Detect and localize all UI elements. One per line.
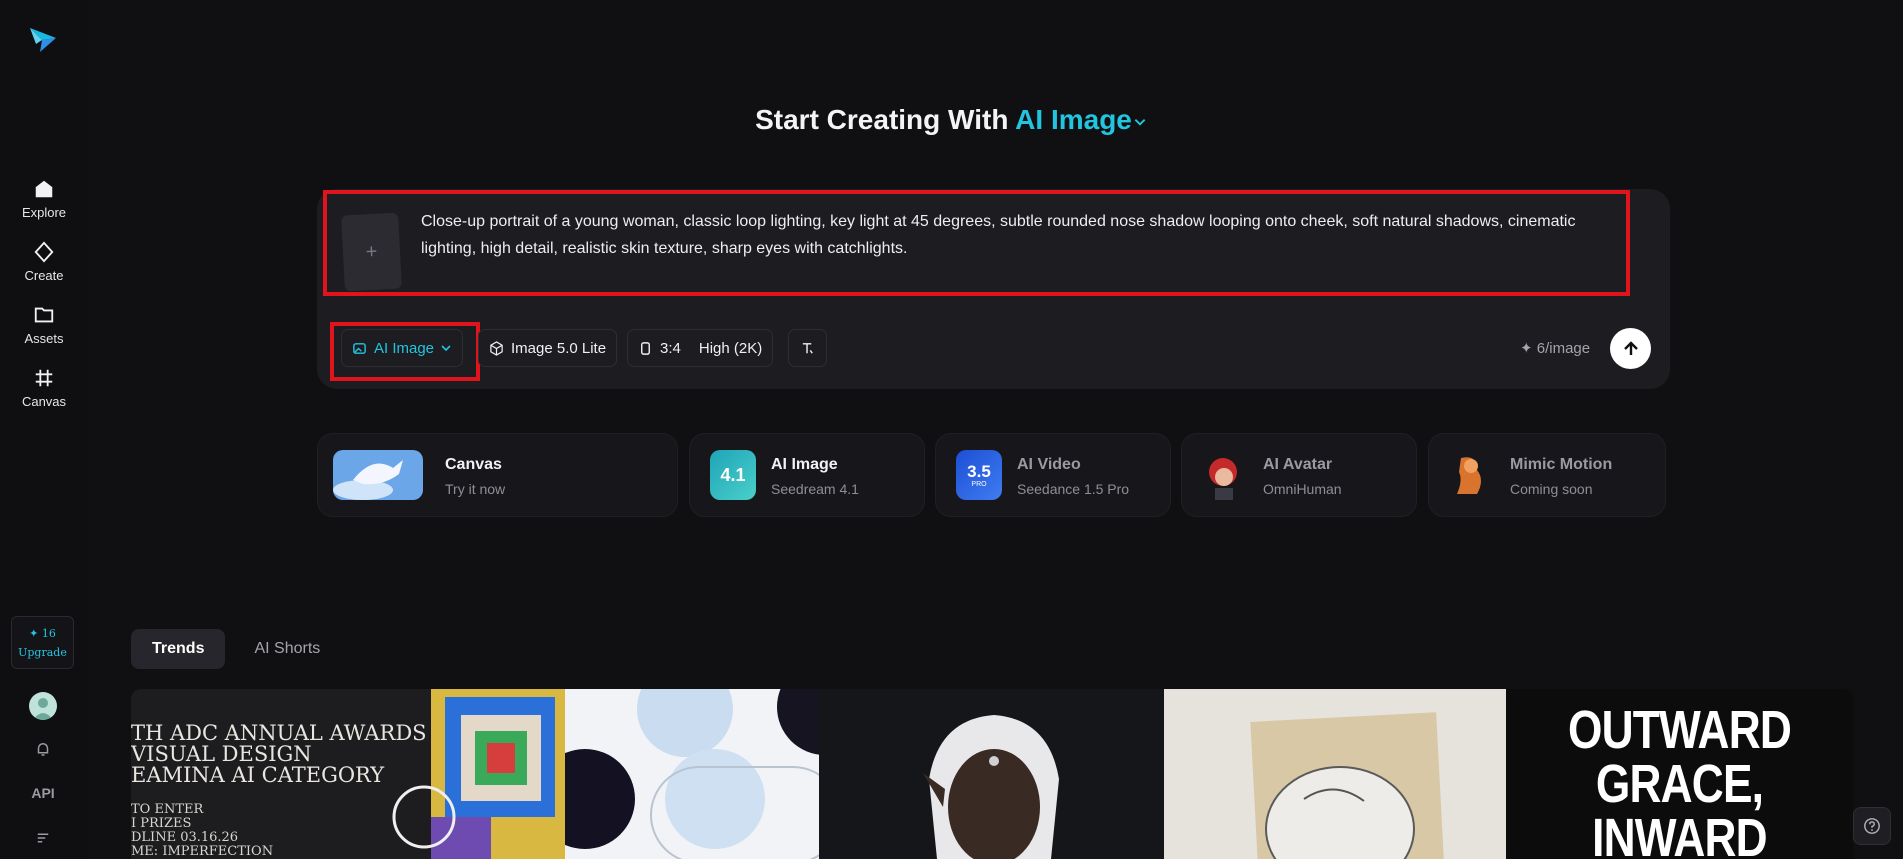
gallery-item-line: I PRIZES [131, 816, 192, 831]
arrow-up-icon [1623, 340, 1638, 355]
nav-create[interactable]: Create [0, 241, 88, 283]
model-selector[interactable]: Image 5.0 Lite [478, 329, 618, 367]
title-mode-dropdown[interactable]: AI Image [1015, 104, 1148, 135]
tool-card-ai-video[interactable]: 3.5 PRO AI Video Seedance 1.5 Pro [935, 433, 1171, 517]
nav-assets-label: Assets [24, 331, 64, 346]
gallery-art [1250, 712, 1444, 859]
api-link[interactable]: API [30, 781, 56, 805]
logo-icon[interactable] [28, 24, 58, 54]
nav-canvas[interactable]: Canvas [0, 367, 88, 409]
sparkle-icon: ✦ [1520, 340, 1533, 357]
image-icon [353, 342, 366, 354]
ai-video-badge: 3.5 PRO [956, 450, 1002, 500]
bell-icon[interactable] [30, 737, 56, 761]
help-button[interactable] [1853, 807, 1891, 845]
tool-card-ai-image[interactable]: 4.1 AI Image Seedream 4.1 [689, 433, 925, 517]
ai-image-badge: 4.1 [710, 450, 756, 500]
gallery-item[interactable]: OUTWARD GRACE, INWARD [1506, 689, 1853, 859]
tool-subtitle: Coming soon [1510, 481, 1593, 497]
gallery-item-details: TO ENTER I PRIZES DLINE 03.16.26 ME: IMP… [131, 803, 273, 859]
text-icon [802, 342, 813, 354]
tab-ai-shorts[interactable]: AI Shorts [233, 629, 341, 669]
prompt-input[interactable]: Close-up portrait of a young woman, clas… [421, 208, 1616, 262]
cost-label: 6/image [1536, 340, 1591, 357]
feed-tabs: Trends AI Shorts [131, 629, 341, 669]
menu-icon[interactable] [30, 826, 56, 850]
nav-explore-label: Explore [21, 205, 67, 220]
mode-label: AI Image [374, 339, 435, 357]
upload-reference-button[interactable]: + [341, 212, 402, 292]
tab-trends[interactable]: Trends [131, 629, 226, 669]
gallery-item-line: GRACE, [1595, 754, 1764, 814]
nav-explore[interactable]: Explore [0, 178, 88, 220]
home-icon [35, 180, 53, 198]
gallery-item-line: ME: IMPERFECTION [131, 844, 274, 859]
tool-title: AI Image [771, 456, 838, 473]
title-accent: AI Image [1015, 104, 1132, 135]
gallery-item-title: OUTWARD GRACE, INWARD [1537, 703, 1822, 859]
chevron-down-icon [1134, 119, 1146, 126]
ai-avatar-thumbnail [1200, 450, 1246, 500]
mode-dropdown[interactable]: AI Image [341, 329, 464, 367]
ratio-quality-selector[interactable]: 3:4 High (2K) [627, 329, 774, 367]
plus-icon: + [365, 240, 378, 263]
mimic-motion-thumbnail [1447, 450, 1493, 500]
canvas-thumbnail [333, 450, 423, 500]
tool-subtitle: Seedance 1.5 Pro [1017, 481, 1130, 497]
quality-label: High (2K) [698, 339, 763, 357]
text-style-button[interactable] [788, 329, 827, 367]
nav-assets[interactable]: Assets [0, 304, 88, 346]
gallery-item[interactable] [1164, 689, 1506, 859]
gallery-art [565, 689, 819, 859]
gallery-art [923, 715, 1059, 859]
page-title: Start Creating With AI Image [0, 104, 1903, 136]
upgrade-label: Upgrade [18, 645, 67, 659]
gallery-item[interactable]: TH ADC ANNUAL AWARDS VISUAL DESIGN EAMIN… [131, 689, 565, 859]
question-icon [1864, 818, 1880, 834]
frame-icon [35, 369, 53, 387]
gallery-item-line: OUTWARD [1567, 700, 1792, 760]
nav-create-label: Create [24, 268, 64, 283]
gallery-item[interactable] [565, 689, 819, 859]
tool-subtitle: Seedream 4.1 [771, 481, 859, 497]
gallery-item[interactable] [819, 689, 1164, 859]
tool-title: Mimic Motion [1510, 456, 1613, 473]
credits-count: ✦ 16 [29, 626, 56, 640]
ratio-label: 3:4 [660, 339, 681, 357]
tool-subtitle: Try it now [445, 481, 506, 497]
chevron-down-icon [441, 345, 451, 352]
tool-subtitle: OmniHuman [1263, 481, 1342, 497]
generate-button[interactable] [1610, 328, 1651, 369]
cube-icon [490, 340, 503, 356]
upgrade-button[interactable]: ✦ 16 Upgrade [11, 616, 74, 669]
gallery-item-line: TH ADC ANNUAL AWARDS [131, 721, 427, 745]
gallery-item-title: TH ADC ANNUAL AWARDS VISUAL DESIGN EAMIN… [131, 723, 427, 786]
cost-indicator: ✦ 6/image [1520, 339, 1590, 357]
gallery-item-line: DLINE 03.16.26 [131, 830, 239, 845]
gallery-item-line: INWARD [1592, 808, 1767, 859]
ai-video-badge-version: 3.5 [967, 461, 991, 481]
gallery-item-line: TO ENTER [131, 802, 204, 817]
diamond-icon [34, 241, 54, 263]
gallery-item-line: VISUAL DESIGN [131, 742, 312, 766]
gallery-item-line: EAMINA AI CATEGORY [131, 763, 385, 787]
tool-title: AI Avatar [1263, 456, 1333, 473]
model-label: Image 5.0 Lite [511, 339, 607, 357]
avatar[interactable] [29, 692, 57, 720]
tool-card-canvas[interactable]: Canvas Try it now [317, 433, 678, 517]
aspect-ratio-icon [641, 341, 650, 355]
gallery-grid: TH ADC ANNUAL AWARDS VISUAL DESIGN EAMIN… [131, 689, 1853, 859]
folder-icon [34, 307, 54, 323]
tool-title: Canvas [445, 456, 502, 473]
nav-canvas-label: Canvas [21, 394, 67, 409]
tool-card-ai-avatar[interactable]: AI Avatar OmniHuman [1181, 433, 1417, 517]
tool-card-mimic-motion[interactable]: Mimic Motion Coming soon [1428, 433, 1666, 517]
gallery-art [392, 689, 565, 859]
title-prefix: Start Creating With [755, 104, 1009, 135]
tool-title: AI Video [1017, 456, 1081, 473]
ai-video-badge-sub: PRO [971, 480, 987, 488]
